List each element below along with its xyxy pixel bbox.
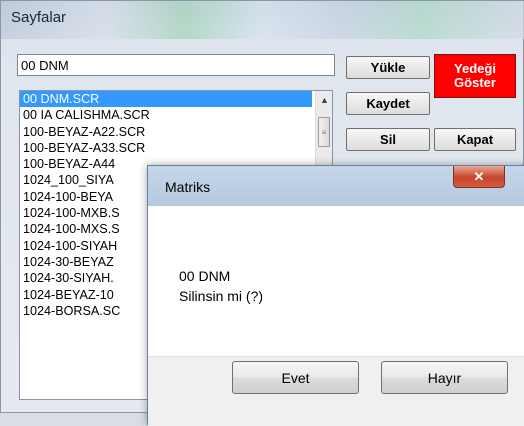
list-item[interactable]: 100-BEYAZ-A33.SCR <box>20 140 312 156</box>
yes-button[interactable]: Evet <box>232 361 359 394</box>
confirm-dialog-title-bar[interactable]: Matriks ✕ <box>148 166 524 206</box>
scroll-up-arrow-icon[interactable]: ▲ <box>320 95 329 105</box>
title-bar[interactable] <box>1 1 524 39</box>
show-backup-label-2: Göster <box>454 75 496 90</box>
show-backup-label-1: Yedeği <box>454 61 496 76</box>
list-item[interactable]: 00 DNM.SCR <box>20 91 312 108</box>
close-icon[interactable]: ✕ <box>453 166 505 188</box>
close-button[interactable]: Kapat <box>434 128 516 151</box>
list-item[interactable]: 100-BEYAZ-A22.SCR <box>20 124 312 140</box>
delete-button[interactable]: Sil <box>346 128 430 151</box>
confirm-message-name: 00 DNM <box>179 268 231 284</box>
window-title: Sayfalar <box>11 9 67 26</box>
confirm-dialog-title: Matriks <box>165 179 211 195</box>
show-backup-button[interactable]: Yedeği Göster <box>434 54 516 98</box>
load-button[interactable]: Yükle <box>346 56 430 79</box>
no-button[interactable]: Hayır <box>381 361 508 394</box>
list-item[interactable]: 00 IA CALISHMA.SCR <box>20 107 312 123</box>
confirm-message-question: Silinsin mi (?) <box>179 288 264 304</box>
confirm-dialog-body: 00 DNM Silinsin mi (?) <box>148 206 524 356</box>
page-name-input[interactable] <box>17 54 335 76</box>
scroll-thumb[interactable]: ≡ <box>318 117 330 147</box>
save-button[interactable]: Kaydet <box>346 92 430 115</box>
